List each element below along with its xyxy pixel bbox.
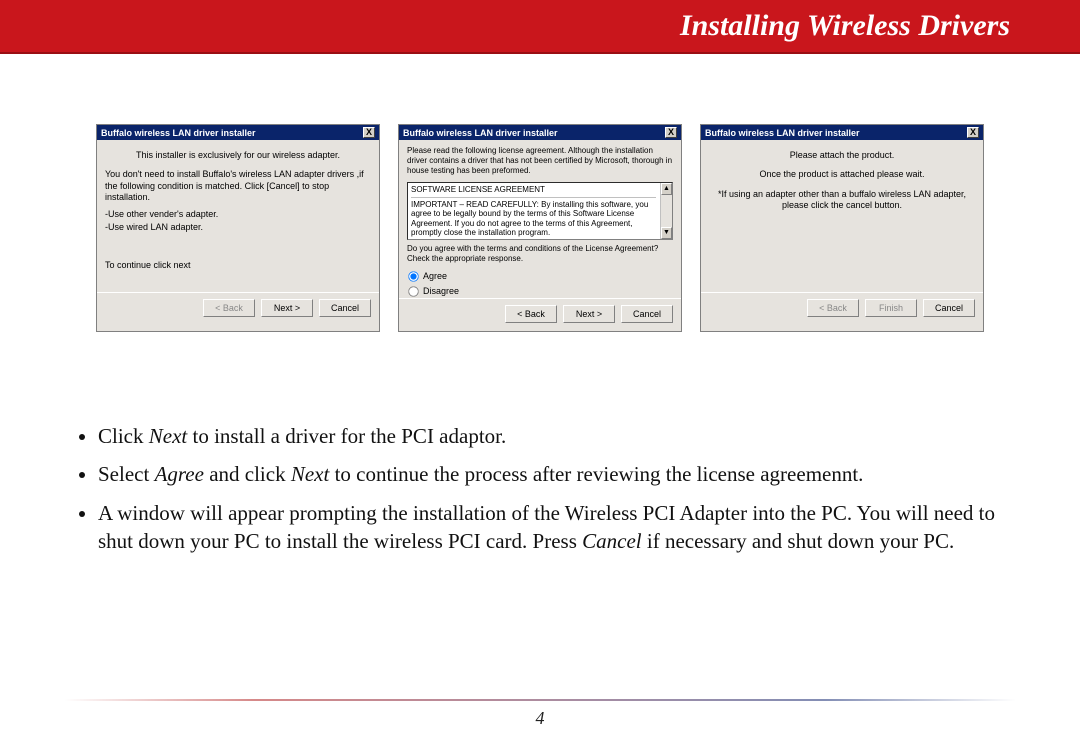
titlebar: Buffalo wireless LAN driver installer X	[97, 125, 379, 140]
installer-dialog-1: Buffalo wireless LAN driver installer X …	[96, 124, 380, 332]
window-title: Buffalo wireless LAN driver installer	[403, 128, 558, 138]
window-title: Buffalo wireless LAN driver installer	[101, 128, 256, 138]
scrollbar[interactable]: ▲ ▼	[660, 183, 672, 239]
titlebar: Buffalo wireless LAN driver installer X	[399, 125, 681, 140]
agree-question: Do you agree with the terms and conditio…	[407, 244, 673, 264]
footer-divider	[64, 699, 1016, 701]
page-title: Installing Wireless Drivers	[680, 9, 1010, 43]
finish-button[interactable]: Finish	[865, 299, 917, 317]
back-button[interactable]: < Back	[505, 305, 557, 323]
option-2: -Use wired LAN adapter.	[105, 222, 371, 233]
scroll-down-icon[interactable]: ▼	[661, 227, 672, 239]
close-icon[interactable]: X	[665, 127, 677, 138]
license-intro: Please read the following license agreem…	[407, 146, 673, 176]
continue-text: To continue click next	[105, 260, 371, 271]
note-text: *If using an adapter other than a buffal…	[709, 189, 975, 212]
back-button[interactable]: < Back	[807, 299, 859, 317]
scroll-up-icon[interactable]: ▲	[661, 183, 672, 195]
dialog-body: Please attach the product. Once the prod…	[701, 140, 983, 292]
close-icon[interactable]: X	[967, 127, 979, 138]
installer-dialog-2: Buffalo wireless LAN driver installer X …	[398, 124, 682, 332]
titlebar: Buffalo wireless LAN driver installer X	[701, 125, 983, 140]
bullet-3: A window will appear prompting the insta…	[98, 499, 1010, 556]
bullet-2: Select Agree and click Next to continue …	[98, 460, 1010, 488]
cancel-button[interactable]: Cancel	[319, 299, 371, 317]
radio-disagree[interactable]: Disagree	[407, 285, 673, 298]
license-heading: SOFTWARE LICENSE AGREEMENT	[411, 185, 656, 195]
installer-dialog-3: Buffalo wireless LAN driver installer X …	[700, 124, 984, 332]
button-row: < Back Next > Cancel	[97, 292, 379, 325]
condition-text: You don't need to install Buffalo's wire…	[105, 169, 371, 203]
bullet-1: Click Next to install a driver for the P…	[98, 422, 1010, 450]
attach-text: Please attach the product.	[709, 150, 975, 161]
page-header: Installing Wireless Drivers	[0, 0, 1080, 54]
button-row: < Back Finish Cancel	[701, 292, 983, 325]
license-body: IMPORTANT – READ CAREFULLY: By installin…	[411, 200, 656, 238]
button-row: < Back Next > Cancel	[399, 298, 681, 331]
radio-agree[interactable]: Agree	[407, 270, 673, 283]
next-button[interactable]: Next >	[261, 299, 313, 317]
intro-text: This installer is exclusively for our wi…	[105, 150, 371, 161]
next-button[interactable]: Next >	[563, 305, 615, 323]
license-textbox[interactable]: SOFTWARE LICENSE AGREEMENT IMPORTANT – R…	[407, 182, 673, 240]
cancel-button[interactable]: Cancel	[923, 299, 975, 317]
dialog-body: Please read the following license agreem…	[399, 140, 681, 298]
dialog-body: This installer is exclusively for our wi…	[97, 140, 379, 292]
cancel-button[interactable]: Cancel	[621, 305, 673, 323]
close-icon[interactable]: X	[363, 127, 375, 138]
option-1: -Use other vender's adapter.	[105, 209, 371, 220]
back-button[interactable]: < Back	[203, 299, 255, 317]
wait-text: Once the product is attached please wait…	[709, 169, 975, 180]
page-number: 4	[0, 708, 1080, 729]
screenshot-row: Buffalo wireless LAN driver installer X …	[0, 124, 1080, 332]
window-title: Buffalo wireless LAN driver installer	[705, 128, 860, 138]
instruction-list: Click Next to install a driver for the P…	[70, 422, 1010, 555]
